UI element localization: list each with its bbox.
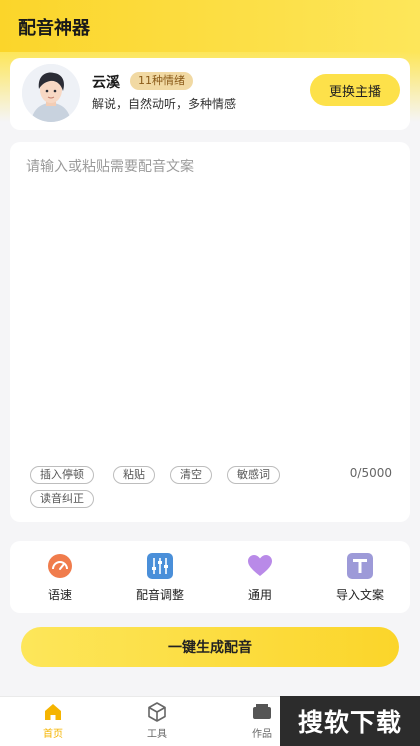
clear-chip[interactable]: 清空 (170, 466, 212, 484)
change-anchor-button[interactable]: 更换主播 (310, 74, 400, 106)
tab-label: 工具 (147, 729, 167, 740)
tools-card: 语速 配音调整 通用 导入文案 (10, 541, 410, 613)
works-icon (253, 704, 271, 719)
tab-label: 作品 (252, 729, 272, 740)
sensitive-words-chip[interactable]: 敏感词 (227, 466, 280, 484)
tool-import-text[interactable]: 导入文案 (310, 541, 410, 613)
emotion-badge: 11种情绪 (130, 72, 193, 90)
tool-label: 通用 (247, 588, 272, 602)
text-import-icon (347, 553, 373, 579)
tool-label: 语速 (47, 588, 72, 602)
top-app-bar: 配音神器 (0, 0, 420, 52)
heart-icon (247, 553, 273, 579)
tool-voice-adjust[interactable]: 配音调整 (110, 541, 210, 613)
script-editor-card: 插入停顿 粘贴 清空 敏感词 读音纠正 0/5000 (10, 142, 410, 522)
pronunciation-fix-chip[interactable]: 读音纠正 (30, 490, 94, 508)
char-counter: 0/5000 (349, 466, 392, 480)
tab-label: 首页 (43, 729, 63, 740)
app-title: 配音神器 (18, 18, 90, 39)
home-icon (45, 704, 61, 720)
anchor-description: 解说，自然动听，多种情感 (92, 97, 237, 111)
tool-speed[interactable]: 语速 (10, 541, 110, 613)
anchor-card: 云溪 11种情绪 解说，自然动听，多种情感 更换主播 (10, 58, 410, 130)
watermark-logo: 搜软下载 (280, 696, 420, 746)
sliders-icon (147, 553, 173, 579)
tool-general[interactable]: 通用 (210, 541, 310, 613)
speedometer-icon (47, 553, 73, 579)
avatar[interactable] (22, 64, 80, 122)
box-icon (148, 702, 166, 722)
tab-home[interactable]: 首页 (23, 701, 83, 745)
tool-label: 配音调整 (135, 588, 184, 602)
anchor-name: 云溪 (92, 75, 120, 91)
tab-tools[interactable]: 工具 (127, 701, 187, 745)
generate-voice-button[interactable]: 一键生成配音 (21, 627, 399, 667)
tool-label: 导入文案 (335, 588, 384, 602)
script-input[interactable] (26, 156, 394, 456)
insert-pause-chip[interactable]: 插入停顿 (30, 466, 94, 484)
paste-chip[interactable]: 粘贴 (113, 466, 155, 484)
avatar-illustration (22, 64, 80, 122)
